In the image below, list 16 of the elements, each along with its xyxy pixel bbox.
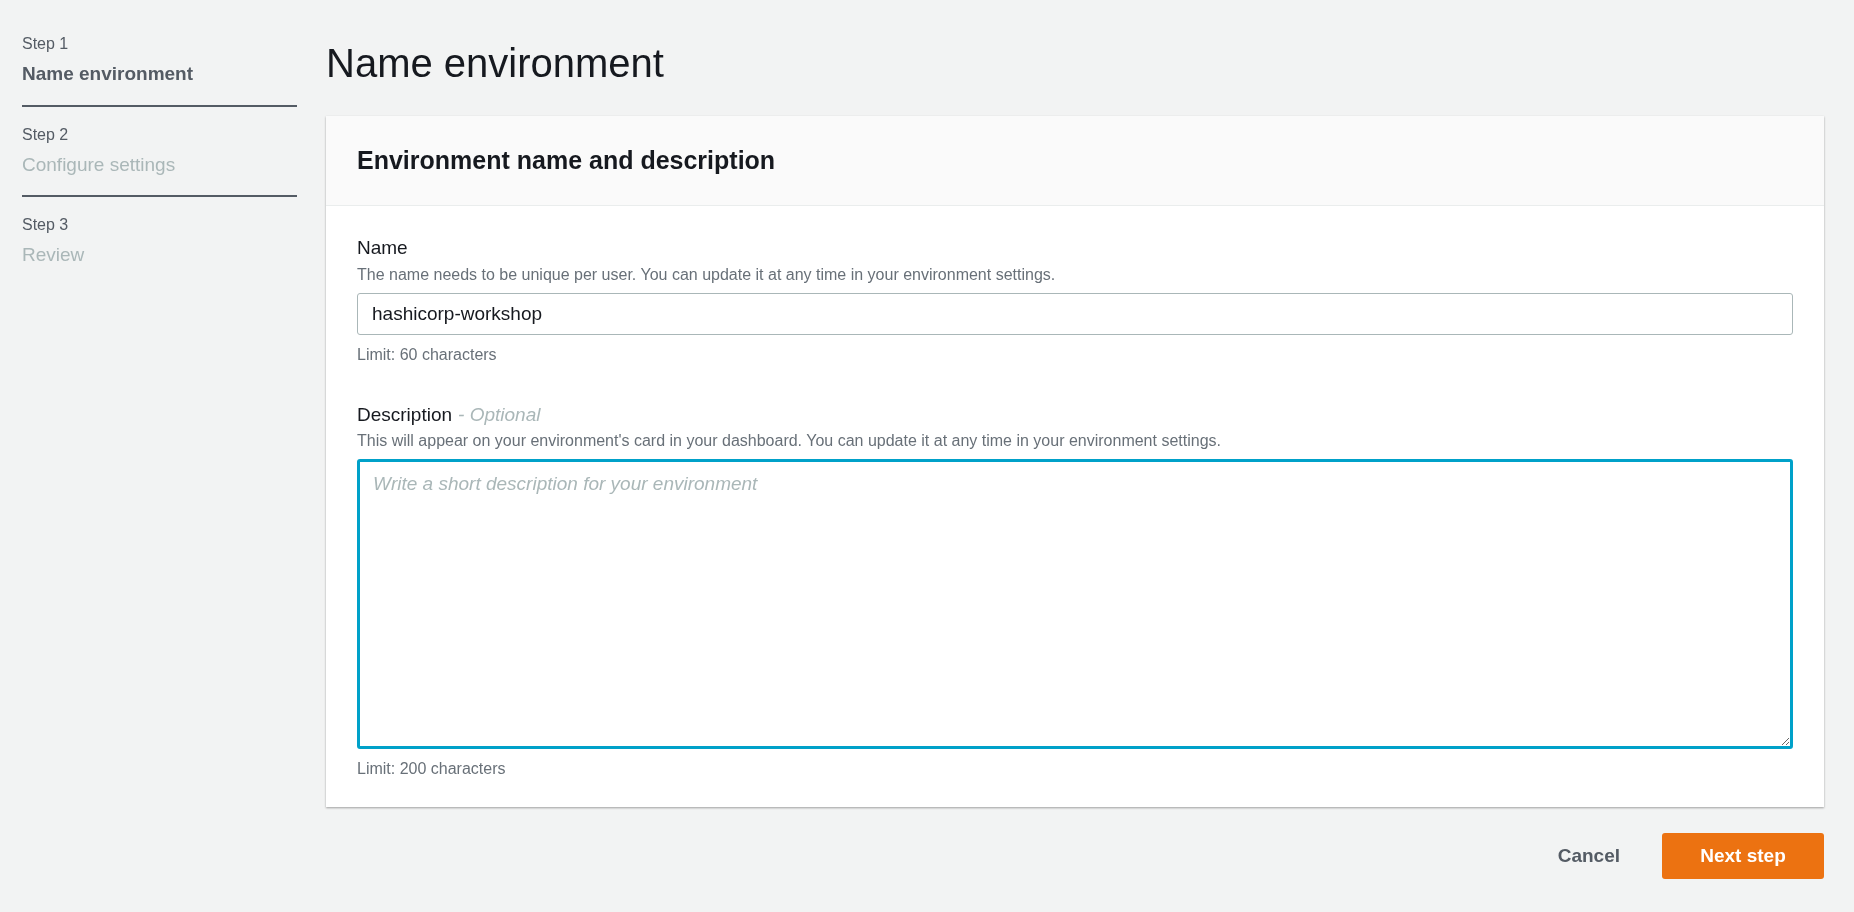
- field-label: Description: [357, 402, 453, 427]
- field-description: The name needs to be unique per user. You can update it at any time in your environment settings.: [357, 264, 1057, 285]
- step-title[interactable]: Name environment: [22, 60, 297, 89]
- field-description: This will appear on your environment's card in your dashboard. You can update it at any time in your environment settings.: [357, 431, 1222, 451]
- field-constraint: Limit: 60 characters: [357, 344, 498, 365]
- page-title: Name environment: [326, 40, 665, 87]
- cancel-button[interactable]: Cancel: [1555, 833, 1622, 879]
- step-number: Step 2: [22, 124, 70, 145]
- field-constraint: Limit: 200 characters: [357, 759, 507, 779]
- field-label: Name: [357, 236, 408, 260]
- step-number: Step 3: [22, 215, 70, 235]
- card-title: Environment name and description: [357, 144, 776, 176]
- description-textarea[interactable]: Write a short description for your environment: [357, 459, 1793, 749]
- step-number: Step 1: [22, 34, 70, 54]
- name-input[interactable]: hashicorp-workshop: [357, 292, 1793, 335]
- optional-hint: - Optional: [458, 402, 541, 427]
